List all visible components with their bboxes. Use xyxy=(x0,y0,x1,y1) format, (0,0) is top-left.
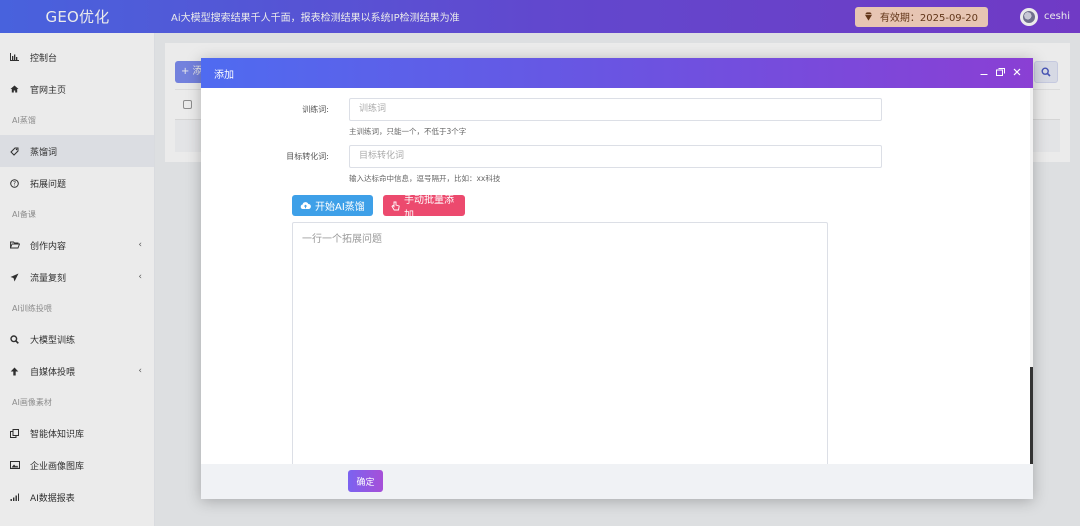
close-icon[interactable] xyxy=(1013,68,1021,79)
train-word-hint: 主训练词，只能一个，不低于3个字 xyxy=(349,127,467,136)
maximize-icon[interactable] xyxy=(996,67,1005,79)
dialog-controls xyxy=(980,58,1021,88)
dialog-title: 添加 xyxy=(214,69,234,81)
hand-pointer-icon xyxy=(391,201,400,211)
dialog-body: 训练词: 训练词 主训练词，只能一个，不低于3个字 目标转化词: 目标转化词 输… xyxy=(201,88,1033,464)
confirm-button[interactable]: 确定 xyxy=(348,470,383,492)
cloud-upload-icon xyxy=(300,201,311,210)
extend-questions-textarea[interactable]: 一行一个拓展问题 xyxy=(292,222,828,464)
minimize-icon[interactable] xyxy=(980,68,988,79)
target-word-hint: 输入达标命中信息，逗号隔开，比如：xx科技 xyxy=(349,174,501,183)
start-ai-distill-button[interactable]: 开始AI蒸馏 xyxy=(292,195,373,216)
dialog-scrollbar-thumb[interactable] xyxy=(1030,367,1033,464)
start-ai-distill-label: 开始AI蒸馏 xyxy=(315,202,365,213)
manual-bulk-add-button[interactable]: 手动批量添加 xyxy=(383,195,465,221)
target-word-input[interactable]: 目标转化词 xyxy=(349,145,882,168)
target-word-label: 目标转化词: xyxy=(286,152,329,161)
add-dialog: 添加 训练词: 训练词 主训练词，只能一个，不低于3个字 目标转化词: 目标转化… xyxy=(201,58,1033,499)
dialog-header[interactable]: 添加 xyxy=(201,58,1033,88)
dialog-footer: 确定 xyxy=(201,464,1033,499)
train-word-label: 训练词: xyxy=(302,105,329,114)
manual-bulk-add-label: 手动批量添加 xyxy=(404,194,454,221)
train-word-input[interactable]: 训练词 xyxy=(349,98,882,121)
